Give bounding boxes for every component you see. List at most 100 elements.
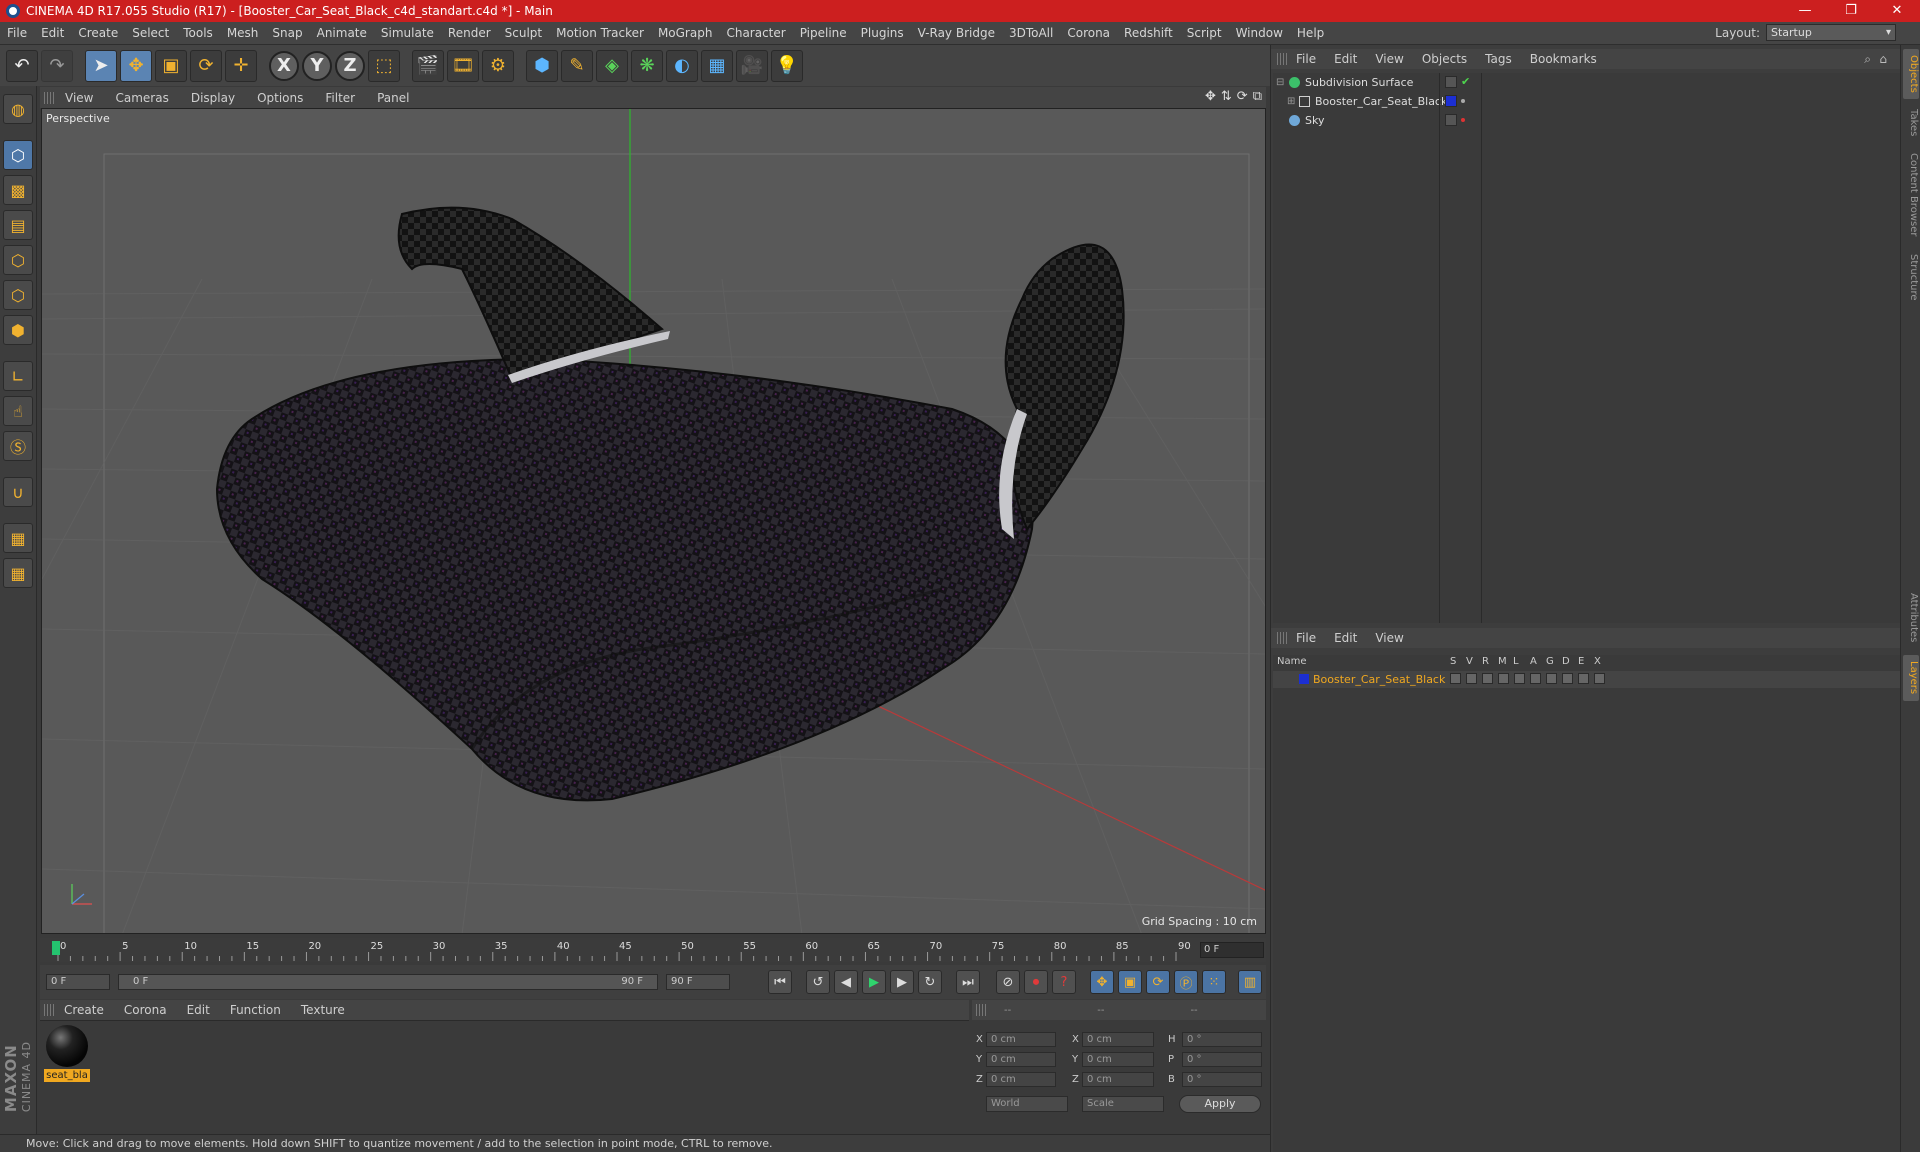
- end-frame-field[interactable]: 90 F: [666, 974, 730, 990]
- go-to-end-icon[interactable]: ⏭: [956, 970, 980, 994]
- rotate-icon[interactable]: ⟳: [190, 49, 222, 82]
- generators-toggle-icon[interactable]: [1546, 673, 1557, 684]
- material-menu-function[interactable]: Function: [220, 1003, 291, 1017]
- menu-select[interactable]: Select: [125, 26, 176, 40]
- layer-flag[interactable]: [1445, 114, 1457, 126]
- menu-render[interactable]: Render: [441, 26, 498, 40]
- array-icon[interactable]: ❋: [631, 49, 663, 82]
- object-menu-bookmarks[interactable]: Bookmarks: [1521, 52, 1606, 66]
- menu-animate[interactable]: Animate: [310, 26, 374, 40]
- close-button[interactable]: ✕: [1874, 0, 1920, 22]
- key-scale-icon[interactable]: ▣: [1118, 970, 1142, 994]
- locked-toggle-icon[interactable]: [1514, 673, 1525, 684]
- make-editable-icon[interactable]: ◍: [3, 94, 33, 124]
- viewport-menu-cameras[interactable]: Cameras: [104, 91, 179, 105]
- texture-mode-icon[interactable]: ▩: [3, 175, 33, 205]
- pan-view-icon[interactable]: ✥: [1205, 89, 1216, 104]
- object-menu-view[interactable]: View: [1366, 52, 1412, 66]
- transform-mode-dropdown[interactable]: Scale: [1082, 1096, 1164, 1112]
- render-toggle-icon[interactable]: [1482, 673, 1493, 684]
- menu-snap[interactable]: Snap: [265, 26, 309, 40]
- render-view-icon[interactable]: 🎬: [412, 49, 444, 82]
- layer-menu-edit[interactable]: Edit: [1325, 631, 1366, 645]
- menu-sculpt[interactable]: Sculpt: [498, 26, 549, 40]
- timeline-playhead[interactable]: [52, 941, 60, 955]
- menu-mograph[interactable]: MoGraph: [651, 26, 720, 40]
- preview-range-slider[interactable]: 0 F 90 F: [118, 974, 658, 990]
- panel-grip[interactable]: [1277, 53, 1287, 65]
- menu-script[interactable]: Script: [1180, 26, 1229, 40]
- next-key-icon[interactable]: ↻: [918, 970, 942, 994]
- menu-pipeline[interactable]: Pipeline: [793, 26, 854, 40]
- xref-toggle-icon[interactable]: [1594, 673, 1605, 684]
- tab-attributes[interactable]: Attributes: [1903, 585, 1919, 651]
- solo-toggle-icon[interactable]: [1450, 673, 1461, 684]
- material-swatch[interactable]: seat_bla: [44, 1025, 90, 1083]
- light-icon[interactable]: 💡: [771, 49, 803, 82]
- size-y-field[interactable]: 0 cm: [1082, 1052, 1154, 1067]
- z-axis-icon[interactable]: Z: [335, 50, 365, 81]
- collapse-icon[interactable]: ⊟: [1276, 73, 1284, 92]
- edges-mode-icon[interactable]: ⬡: [3, 280, 33, 310]
- menu-tools[interactable]: Tools: [176, 26, 220, 40]
- autokey-icon[interactable]: ⏺: [1024, 970, 1048, 994]
- layer-menu-view[interactable]: View: [1366, 631, 1412, 645]
- menu-window[interactable]: Window: [1229, 26, 1290, 40]
- render-settings-icon[interactable]: ⚙: [482, 49, 514, 82]
- object-menu-tags[interactable]: Tags: [1476, 52, 1521, 66]
- select-arrow-icon[interactable]: ➤: [85, 49, 117, 82]
- start-frame-field[interactable]: 0 F: [46, 974, 110, 990]
- orbit-view-icon[interactable]: ⟳: [1237, 89, 1248, 104]
- layout-dropdown[interactable]: Startup: [1766, 24, 1896, 41]
- expand-icon[interactable]: ⊞: [1287, 92, 1295, 111]
- model-mode-icon[interactable]: ⬡: [3, 140, 33, 170]
- tab-content-browser[interactable]: Content Browser: [1903, 147, 1919, 243]
- lock-workplane-icon[interactable]: ▦: [3, 523, 33, 553]
- menu-3dtoall[interactable]: 3DToAll: [1002, 26, 1060, 40]
- object-row[interactable]: Sky: [1273, 111, 1898, 130]
- layer-row[interactable]: Booster_Car_Seat_Black: [1273, 671, 1900, 688]
- restore-button[interactable]: ❐: [1828, 0, 1874, 22]
- menu-file[interactable]: File: [0, 26, 34, 40]
- x-axis-icon[interactable]: X: [269, 50, 299, 81]
- play-icon[interactable]: ▶: [862, 970, 886, 994]
- viewport-menu-filter[interactable]: Filter: [314, 91, 366, 105]
- editor-visibility-dot[interactable]: [1461, 99, 1465, 103]
- y-axis-icon[interactable]: Y: [302, 50, 332, 81]
- object-menu-edit[interactable]: Edit: [1325, 52, 1366, 66]
- viewport-menu-panel[interactable]: Panel: [366, 91, 420, 105]
- points-mode-icon[interactable]: ⬡: [3, 245, 33, 275]
- snap-icon[interactable]: Ⓢ: [3, 431, 33, 461]
- tab-layers[interactable]: Layers: [1903, 655, 1919, 701]
- panel-grip[interactable]: [976, 1004, 986, 1016]
- minimize-button[interactable]: —: [1782, 0, 1828, 22]
- menu-simulate[interactable]: Simulate: [374, 26, 441, 40]
- animation-toggle-icon[interactable]: [1530, 673, 1541, 684]
- timeline-ruler[interactable]: 0 5 10 15 20 25 30 35 40 45 50 55 60 65 70 75 80 85 90 0 F: [40, 938, 1266, 962]
- menu-create[interactable]: Create: [71, 26, 125, 40]
- key-rotation-icon[interactable]: ⟳: [1146, 970, 1170, 994]
- previous-frame-icon[interactable]: ◀: [834, 970, 858, 994]
- viewport-menu-options[interactable]: Options: [246, 91, 314, 105]
- menu-corona[interactable]: Corona: [1060, 26, 1117, 40]
- position-z-field[interactable]: 0 cm: [986, 1072, 1056, 1087]
- material-menu-create[interactable]: Create: [54, 1003, 114, 1017]
- move-icon[interactable]: ✥: [120, 49, 152, 82]
- coordinate-system-icon[interactable]: ⬚: [368, 49, 400, 82]
- manager-toggle-icon[interactable]: [1498, 673, 1509, 684]
- panel-grip[interactable]: [1277, 632, 1287, 644]
- layer-flag[interactable]: [1445, 76, 1457, 88]
- record-keys-icon[interactable]: ⊘: [996, 970, 1020, 994]
- object-menu-file[interactable]: File: [1287, 52, 1325, 66]
- layer-color-swatch[interactable]: [1299, 674, 1309, 684]
- keyframe-selection-icon[interactable]: ?: [1052, 970, 1076, 994]
- panel-grip[interactable]: [44, 91, 54, 104]
- panel-grip[interactable]: [44, 1004, 54, 1016]
- current-frame-field[interactable]: 0 F: [1200, 942, 1264, 958]
- tab-structure[interactable]: Structure: [1903, 247, 1919, 307]
- workplane-mode-icon[interactable]: ▤: [3, 210, 33, 240]
- deformer-icon[interactable]: ◐: [666, 49, 698, 82]
- position-x-field[interactable]: 0 cm: [986, 1032, 1056, 1047]
- layer-name[interactable]: Booster_Car_Seat_Black: [1313, 671, 1445, 688]
- search-icon[interactable]: ⌕: [1864, 52, 1871, 67]
